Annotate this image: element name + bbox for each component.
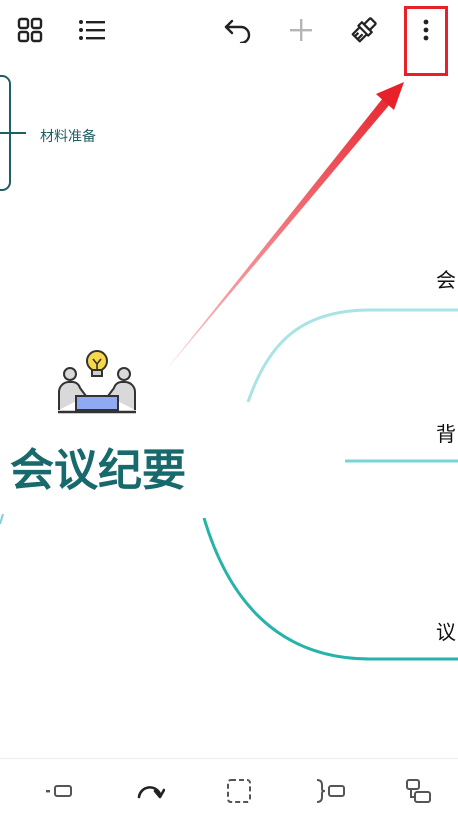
undo-icon[interactable] xyxy=(218,10,258,50)
summary-icon[interactable] xyxy=(312,773,348,809)
add-icon[interactable] xyxy=(281,10,321,50)
topic-right-1[interactable]: 会 xyxy=(436,264,456,293)
meeting-idea-icon xyxy=(56,348,138,414)
outline-list-icon[interactable] xyxy=(72,10,112,50)
central-topic[interactable]: 会议纪要 xyxy=(10,434,186,498)
mindmap-canvas[interactable]: 材料准备 会 背 议 会议纪要 xyxy=(0,62,458,758)
topic-left-materials[interactable]: 材料准备 xyxy=(40,126,96,146)
bottom-toolbar xyxy=(0,758,458,821)
topic-right-2[interactable]: 背 xyxy=(436,418,456,447)
topic-right-3[interactable]: 议 xyxy=(436,616,456,645)
select-box-icon[interactable] xyxy=(221,773,257,809)
redo-curve-icon[interactable] xyxy=(132,773,168,809)
highlight-box xyxy=(404,6,448,76)
format-brush-icon[interactable] xyxy=(344,10,384,50)
grid-icon[interactable] xyxy=(10,10,50,50)
insert-sibling-icon[interactable] xyxy=(41,773,77,809)
insert-child-icon[interactable] xyxy=(400,773,436,809)
top-toolbar xyxy=(0,0,458,62)
